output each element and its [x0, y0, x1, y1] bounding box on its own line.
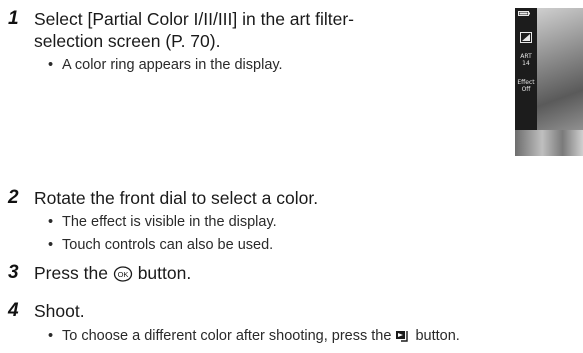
- step-4-bullet-text-after: button.: [415, 328, 460, 344]
- step-1-text-line1: Select [Partial Color I/II/III] in the a…: [34, 9, 354, 29]
- step-1-bullet-1: • A color ring appears in the display.: [48, 57, 283, 73]
- step-1-text-line2: selection screen (P. 70).: [34, 31, 221, 51]
- step-3-text-before: Press the: [34, 263, 108, 283]
- screen-menu-art-number: 14: [522, 60, 530, 67]
- svg-text:OK: OK: [117, 270, 128, 279]
- step-3-text: Press the OK button.: [34, 262, 191, 284]
- step-4-text: Shoot.: [34, 301, 85, 321]
- camera-screen-image: ART 14 Effect Off: [515, 8, 583, 156]
- step-2-bullet-1-text: The effect is visible in the display.: [62, 214, 277, 230]
- step-4-number: 4: [8, 300, 19, 321]
- playback-button-icon: [396, 331, 409, 342]
- step-1-number: 1: [8, 8, 19, 29]
- step-2-number: 2: [8, 187, 19, 208]
- step-4-bullet-1: • To choose a different color after shoot…: [48, 328, 460, 344]
- step-4-bullet-text-before: To choose a different color after shooti…: [62, 328, 392, 344]
- step-3-text-after: button.: [137, 263, 192, 283]
- step-2-bullet-1: • The effect is visible in the display.: [48, 214, 277, 230]
- screen-color-strip: [515, 130, 583, 156]
- battery-icon: [518, 11, 530, 16]
- exposure-compensation-icon: [520, 32, 532, 43]
- step-3-number: 3: [8, 262, 19, 283]
- step-1-bullet-1-text: A color ring appears in the display.: [62, 57, 283, 73]
- step-2-bullet-2-text: Touch controls can also be used.: [62, 237, 274, 253]
- step-2-text: Rotate the front dial to select a color.: [34, 188, 319, 208]
- step-2-bullet-2: • Touch controls can also be used.: [48, 237, 274, 253]
- ok-button-icon: OK: [113, 266, 132, 283]
- screen-menu-effect-value: Off: [521, 86, 531, 93]
